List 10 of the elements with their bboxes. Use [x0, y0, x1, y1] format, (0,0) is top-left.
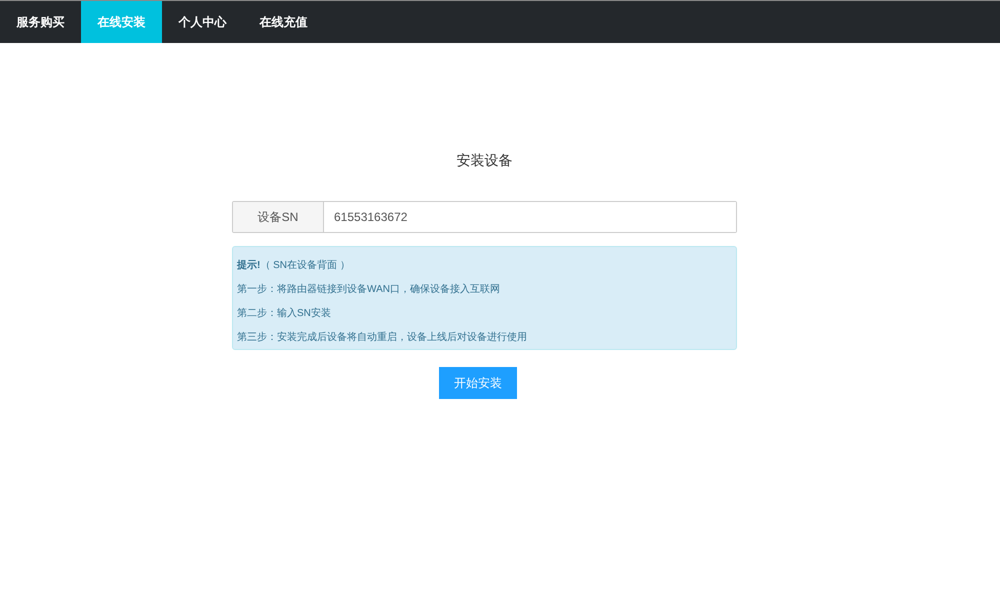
notice-heading: 提示!（ SN在设备背面 ）	[237, 258, 351, 273]
sn-field-label: 设备SN	[233, 202, 324, 232]
install-step-text: 第三步：安装完成后设备将自动重启，设备上线后对设备进行使用	[237, 330, 528, 345]
page-title: 安装设备	[456, 151, 514, 169]
sn-input-group[interactable]: 设备SN 61553163672	[232, 201, 737, 233]
install-step-text: 第一步：将路由器链接到设备WAN口，确保设备接入互联网	[237, 282, 501, 297]
install-step-text: 第二步：输入SN安装	[237, 306, 332, 321]
nav-tab[interactable]: 在线充值	[243, 1, 324, 43]
nav-tab[interactable]: 个人中心	[162, 1, 243, 43]
nav-tab[interactable]: 服务购买	[0, 1, 81, 43]
